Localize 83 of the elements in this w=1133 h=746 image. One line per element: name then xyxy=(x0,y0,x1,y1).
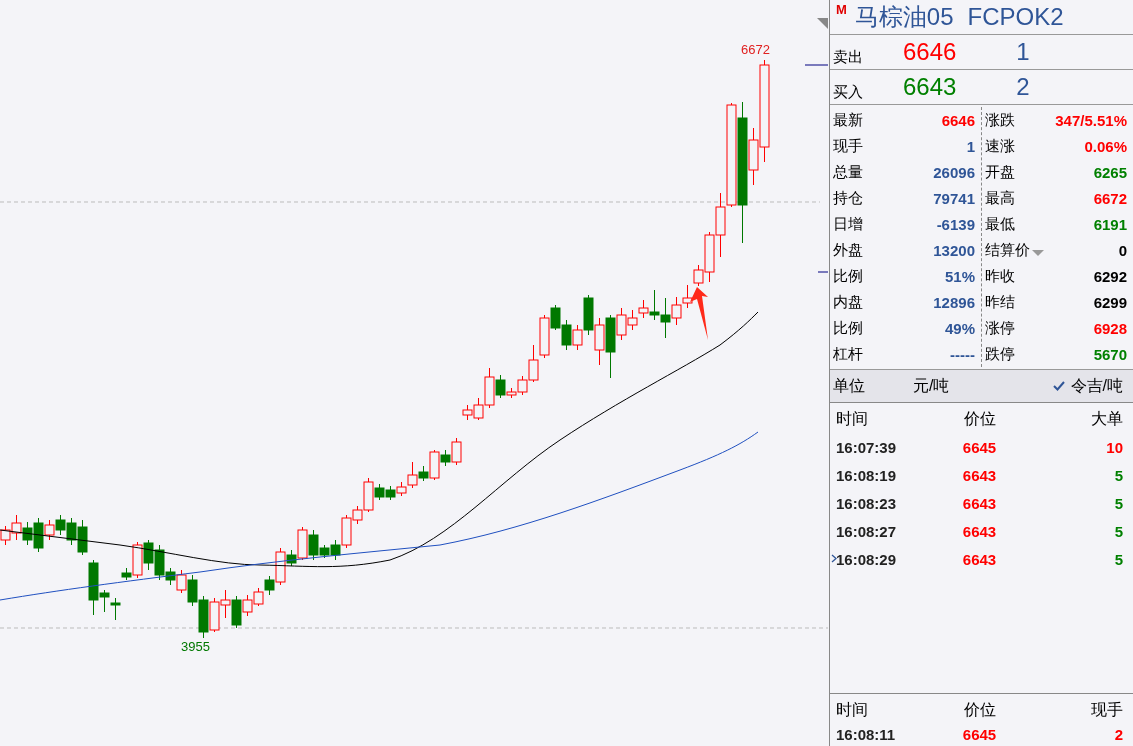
price-cell-text: 6643 xyxy=(961,550,998,568)
stat-label: 速涨 xyxy=(985,136,1015,156)
column-header: 大单 xyxy=(1090,408,1123,429)
stat-value: 347/5.51% xyxy=(1055,111,1127,129)
column-header: 价位 xyxy=(962,699,997,720)
stat-value: 26096 xyxy=(933,163,975,181)
price-marker xyxy=(817,271,829,273)
stat-value: 6292 xyxy=(1093,267,1127,285)
stat-label: 涨停 xyxy=(985,318,1015,338)
stat-label: 最高 xyxy=(985,188,1015,208)
stat-label: 日增 xyxy=(833,214,863,234)
instrument-name: 马棕油05 xyxy=(854,2,954,32)
price-cell-text: 6643 xyxy=(961,522,998,540)
price-cell-text: 6645 xyxy=(961,725,998,743)
size-cell-text: 2 xyxy=(1113,725,1123,743)
stat-label: 涨跌 xyxy=(985,110,1015,130)
time-cell-text: 16:08:11 xyxy=(836,725,897,743)
price-cell-text: 6645 xyxy=(961,438,998,456)
stat-value: 0.06% xyxy=(1084,137,1127,155)
unit-label: 单位 xyxy=(833,375,866,396)
check-icon[interactable] xyxy=(1052,381,1065,391)
size-cell-text: 5 xyxy=(1113,550,1123,568)
stat-value: 6191 xyxy=(1093,215,1127,233)
stat-label: 昨结 xyxy=(985,292,1015,312)
quote-label: 卖出 xyxy=(832,47,864,67)
unit-value: 元/吨 xyxy=(913,375,951,396)
column-header: 现手 xyxy=(1090,699,1123,720)
stat-label: 比例 xyxy=(833,318,863,338)
stat-label: 最新 xyxy=(833,110,863,130)
stat-label: 内盘 xyxy=(833,292,863,312)
time-cell-text: 16:08:23 xyxy=(836,494,898,512)
stat-value: 0 xyxy=(1118,241,1127,259)
stat-value: 6646 xyxy=(941,111,975,129)
stat-value: 51% xyxy=(944,267,975,285)
stat-label: 最低 xyxy=(985,214,1015,234)
stat-label: 开盘 xyxy=(985,162,1015,182)
stat-label: 昨收 xyxy=(985,266,1015,286)
time-cell-text: 16:08:19 xyxy=(836,466,898,484)
time-cell-text: 16:08:27 xyxy=(836,522,898,540)
stat-label: 总量 xyxy=(833,162,863,182)
stat-value: 6672 xyxy=(1093,189,1127,207)
quote-label: 买入 xyxy=(832,82,864,102)
stat-label: 外盘 xyxy=(833,240,863,260)
column-header: 时间 xyxy=(836,699,869,720)
quote-price: 6643 xyxy=(903,73,958,101)
size-cell-text: 5 xyxy=(1113,466,1123,484)
dropdown-arrow-icon[interactable] xyxy=(1032,250,1044,256)
stat-label: 跌停 xyxy=(985,344,1015,364)
low-price-label: 3955 xyxy=(181,639,210,654)
column-header: 时间 xyxy=(836,408,869,429)
stat-value: 13200 xyxy=(933,241,975,259)
time-cell-text: 16:07:39 xyxy=(836,438,898,456)
size-cell-text: 5 xyxy=(1113,522,1123,540)
size-cell-text: 5 xyxy=(1113,494,1123,512)
stat-value: 5670 xyxy=(1093,345,1127,363)
column-header: 价位 xyxy=(962,408,997,429)
stat-value: 49% xyxy=(944,319,975,337)
quote-volume: 2 xyxy=(1015,73,1031,101)
exchange-mark: M xyxy=(836,2,847,17)
stat-value: 6928 xyxy=(1093,319,1127,337)
quote-volume: 1 xyxy=(1015,38,1031,66)
stat-label: 杠杆 xyxy=(833,344,863,364)
stat-label: 比例 xyxy=(833,266,863,286)
time-cell-text: 16:08:29 xyxy=(836,550,898,568)
stat-value: 1 xyxy=(966,137,975,155)
stat-value: -6139 xyxy=(936,215,975,233)
stat-value: 79741 xyxy=(933,189,975,207)
stat-value: 6299 xyxy=(1093,293,1127,311)
quote-price: 6646 xyxy=(903,38,958,66)
price-marker xyxy=(804,64,829,66)
stat-value: 12896 xyxy=(933,293,975,311)
stat-label: 现手 xyxy=(833,136,863,156)
price-cell-text: 6643 xyxy=(961,466,998,484)
high-price-label: 6672 xyxy=(741,42,770,57)
stat-value: 6265 xyxy=(1093,163,1127,181)
stat-label: 持仓 xyxy=(833,188,863,208)
stat-value: ----- xyxy=(950,345,975,363)
price-cell-text: 6643 xyxy=(961,494,998,512)
size-cell-text: 10 xyxy=(1105,438,1123,456)
unit-option[interactable]: 令吉/吨 xyxy=(1070,375,1123,397)
instrument-code: FCPOK2 xyxy=(967,3,1064,31)
stat-label: 结算价 xyxy=(985,240,1030,260)
arrow-icon xyxy=(690,287,708,340)
